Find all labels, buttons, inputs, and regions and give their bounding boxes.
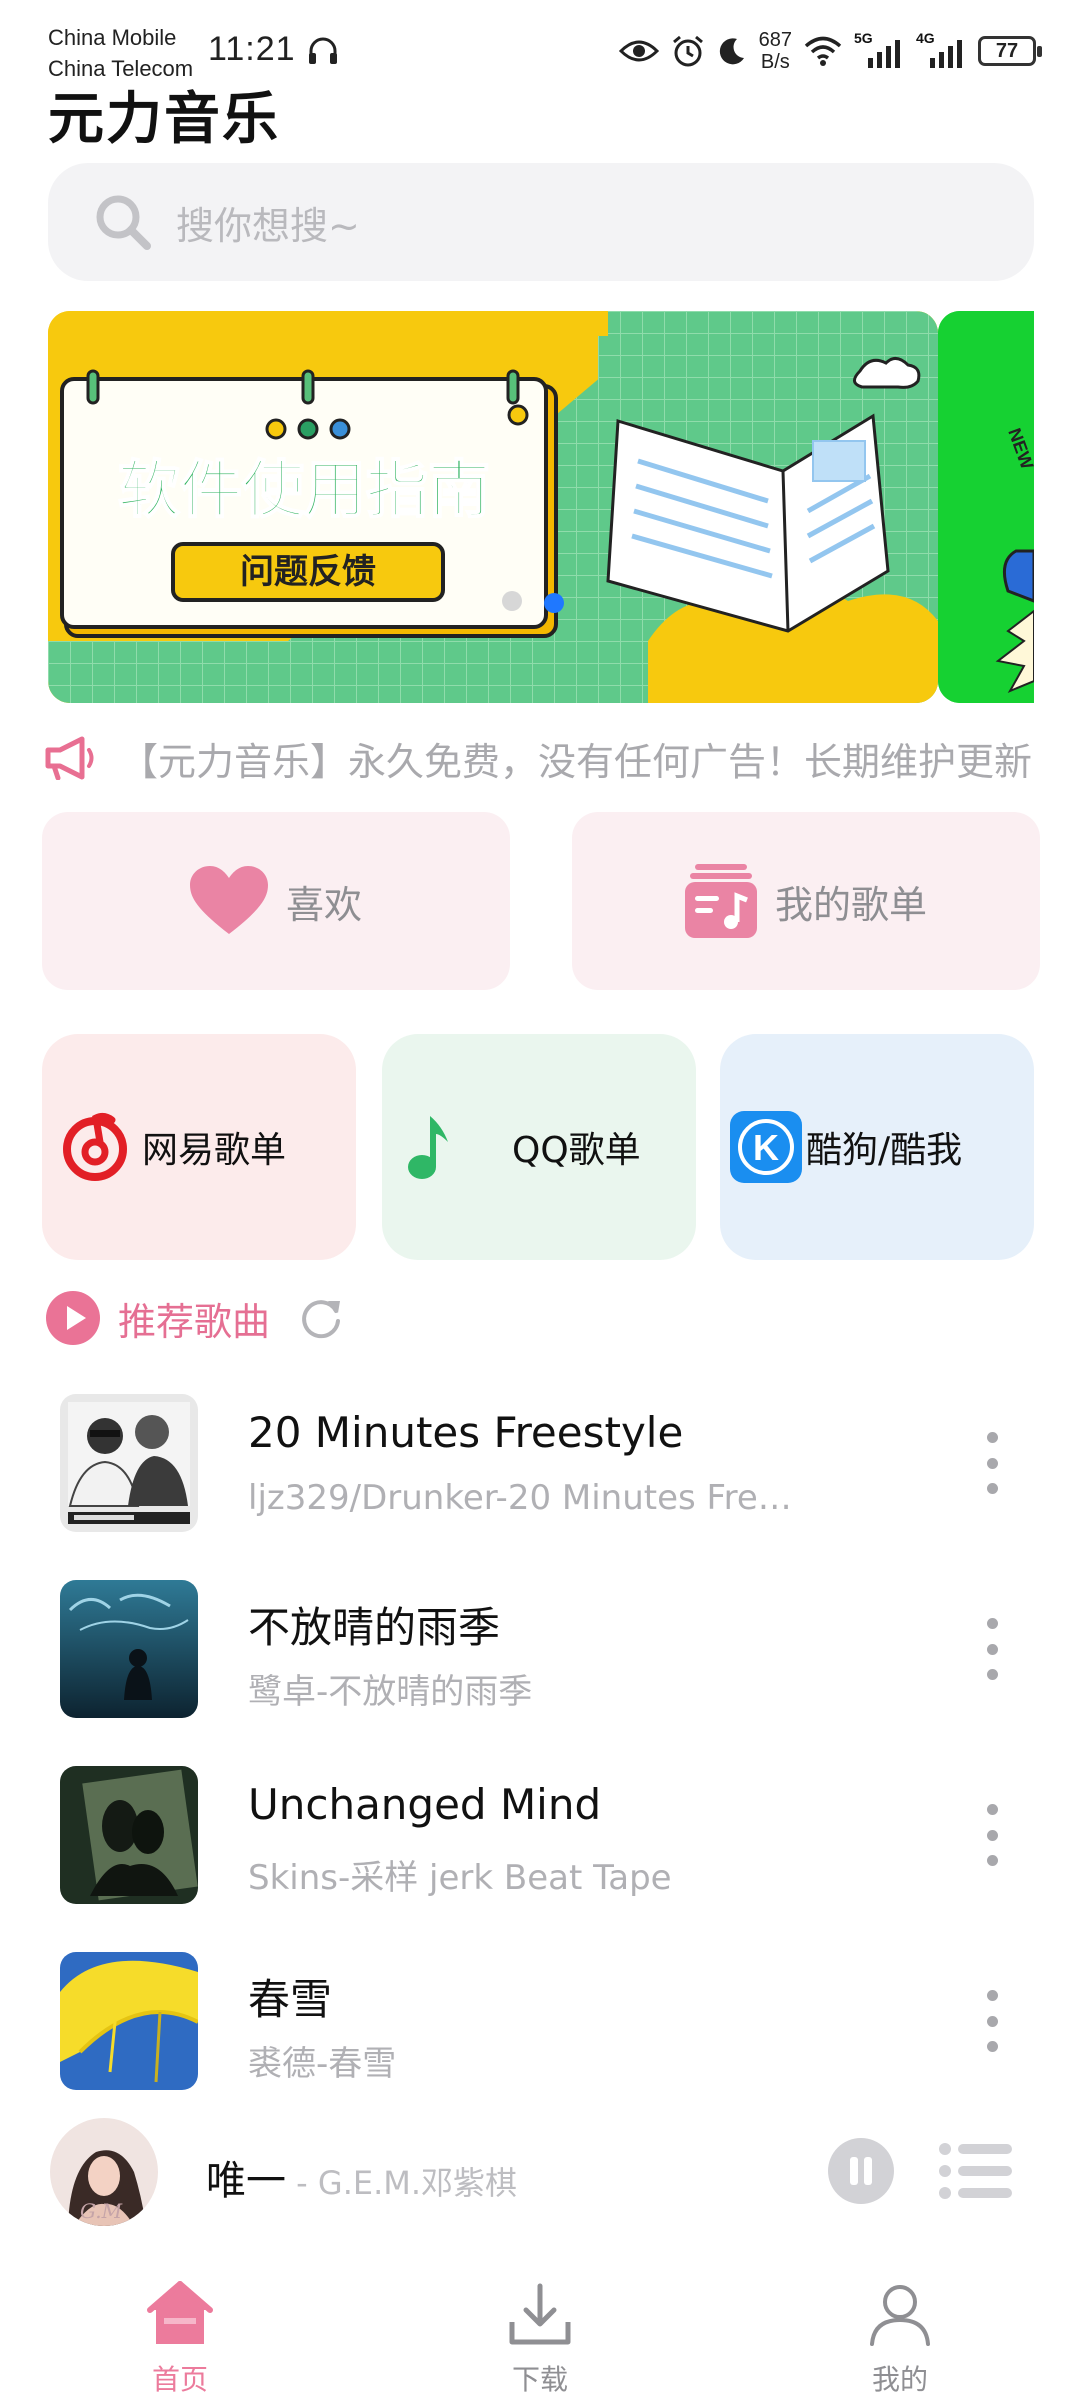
home-icon [147,2281,213,2344]
qq-playlist-card[interactable]: QQ歌单 [382,1034,696,1260]
my-playlist-card[interactable]: 我的歌单 [572,812,1040,990]
speed-unit: B/s [760,51,790,73]
album-cover [60,1766,198,1904]
song-subtitle: 鹭卓-不放晴的雨季 [248,1672,533,1712]
album-cover [60,1580,198,1718]
song-row[interactable]: 春雪 裘德-春雪 [0,1928,1080,2114]
nav-mine-label: 我的 [871,2363,928,2396]
eye-icon [618,40,659,62]
search-icon [96,195,151,250]
more-options-icon[interactable] [984,1804,1000,1866]
signal-5g: 5G [854,30,904,68]
banner-title: 软件使用指南 [118,453,490,526]
like-card[interactable]: 喜欢 [42,812,510,990]
app-title: 元力音乐 [48,87,280,152]
song-row[interactable]: Unchanged Mind Skins-采样 jerk Beat Tape [0,1742,1080,1928]
megaphone-icon [45,736,94,780]
playlist-queue-icon[interactable] [938,2142,1012,2200]
kugou-playlist-card[interactable]: K 酷狗/酷我 [720,1034,1034,1260]
now-playing-cover[interactable]: G.M [50,2118,158,2226]
refresh-icon[interactable] [298,1295,344,1341]
search-bar[interactable]: 搜你想搜~ [48,163,1034,281]
heart-icon [189,866,268,934]
album-cover [60,1394,198,1532]
status-icons: 687 B/s 5G 4G 77 [618,26,1042,76]
now-playing-title: 唯一 [206,2158,286,2204]
signal-bars-icon [930,40,962,68]
guide-banner[interactable]: 软件使用指南 问题反馈 [48,311,938,703]
carrier-1: China Mobile [48,25,177,50]
song-title: 不放晴的雨季 [248,1603,501,1652]
song-title: Unchanged Mind [248,1780,602,1829]
kugou-icon: K [730,1111,802,1183]
playlist-icon [684,864,757,938]
song-title: 春雪 [248,1975,333,2024]
speed-value: 687 [758,29,792,51]
kugou-label: 酷狗/酷我 [806,1130,963,1171]
nav-download[interactable]: 下载 [360,2250,720,2400]
next-banner-artwork: NEW [938,311,1034,703]
more-options-icon[interactable] [984,1432,1000,1494]
signal-4g: 4G [916,30,966,68]
next-banner-peek[interactable]: NEW [938,311,1034,703]
more-options-icon[interactable] [984,1990,1000,2052]
qq-label: QQ歌单 [512,1130,641,1171]
play-circle-icon[interactable] [46,1291,100,1345]
nav-mine[interactable]: 我的 [720,2250,1080,2400]
now-playing-artist: - G.E.M.邓紫棋 [286,2164,518,2202]
headset-icon [309,37,337,64]
recommend-header: 推荐歌曲 [46,1290,344,1346]
banner-artwork: 软件使用指南 问题反馈 [48,311,938,703]
song-subtitle: Skins-采样 jerk Beat Tape [248,1858,672,1898]
now-playing-text: 唯一 - G.E.M.邓紫棋 [206,2148,517,2206]
network-speed: 687 B/s [759,29,792,73]
search-placeholder: 搜你想搜~ [176,203,360,248]
recommend-title: 推荐歌曲 [118,1299,271,1344]
more-options-icon[interactable] [984,1618,1000,1680]
bottom-nav: 首页 下载 我的 [0,2250,1080,2400]
song-subtitle: ljz329/Drunker-20 Minutes Freestyle [248,1478,808,1518]
nav-download-label: 下载 [511,2363,568,2396]
song-title: 20 Minutes Freestyle [248,1408,684,1457]
alarm-icon [672,35,703,67]
album-cover [60,1952,198,2090]
status-bar: China Mobile China Telecom 11:21 687 B/s… [0,0,1080,81]
nav-home-label: 首页 [151,2363,208,2396]
user-icon [870,2285,930,2346]
netease-playlist-card[interactable]: 网易歌单 [42,1034,356,1260]
pause-button[interactable] [828,2138,894,2204]
netease-label: 网易歌单 [142,1130,287,1171]
banner-button: 问题反馈 [240,552,376,592]
mini-player[interactable]: G.M 唯一 - G.E.M.邓紫棋 [0,2100,1080,2250]
svg-text:K: K [753,1127,779,1168]
song-subtitle: 裘德-春雪 [248,2044,397,2084]
download-icon [509,2283,571,2345]
like-label: 喜欢 [285,882,362,927]
notice-bar[interactable]: 【元力音乐】永久免费，没有任何广告！长期维护更新 [44,728,1044,788]
clock: 11:21 [208,30,296,68]
signal-bars-icon [868,40,900,68]
netease-icon [63,1112,127,1181]
qq-music-icon [408,1116,448,1179]
song-row[interactable]: 不放晴的雨季 鹭卓-不放晴的雨季 [0,1556,1080,1742]
my-playlist-label: 我的歌单 [774,882,927,927]
svg-text:G.M: G.M [80,2199,123,2223]
battery-indicator: 77 [978,36,1042,66]
notice-text: 【元力音乐】永久免费，没有任何广告！长期维护更新 [120,739,1033,784]
wifi-icon [804,36,842,66]
nav-home[interactable]: 首页 [0,2250,360,2400]
song-row[interactable]: 20 Minutes Freestyle ljz329/Drunker-20 M… [0,1370,1080,1556]
moon-icon [719,38,744,65]
